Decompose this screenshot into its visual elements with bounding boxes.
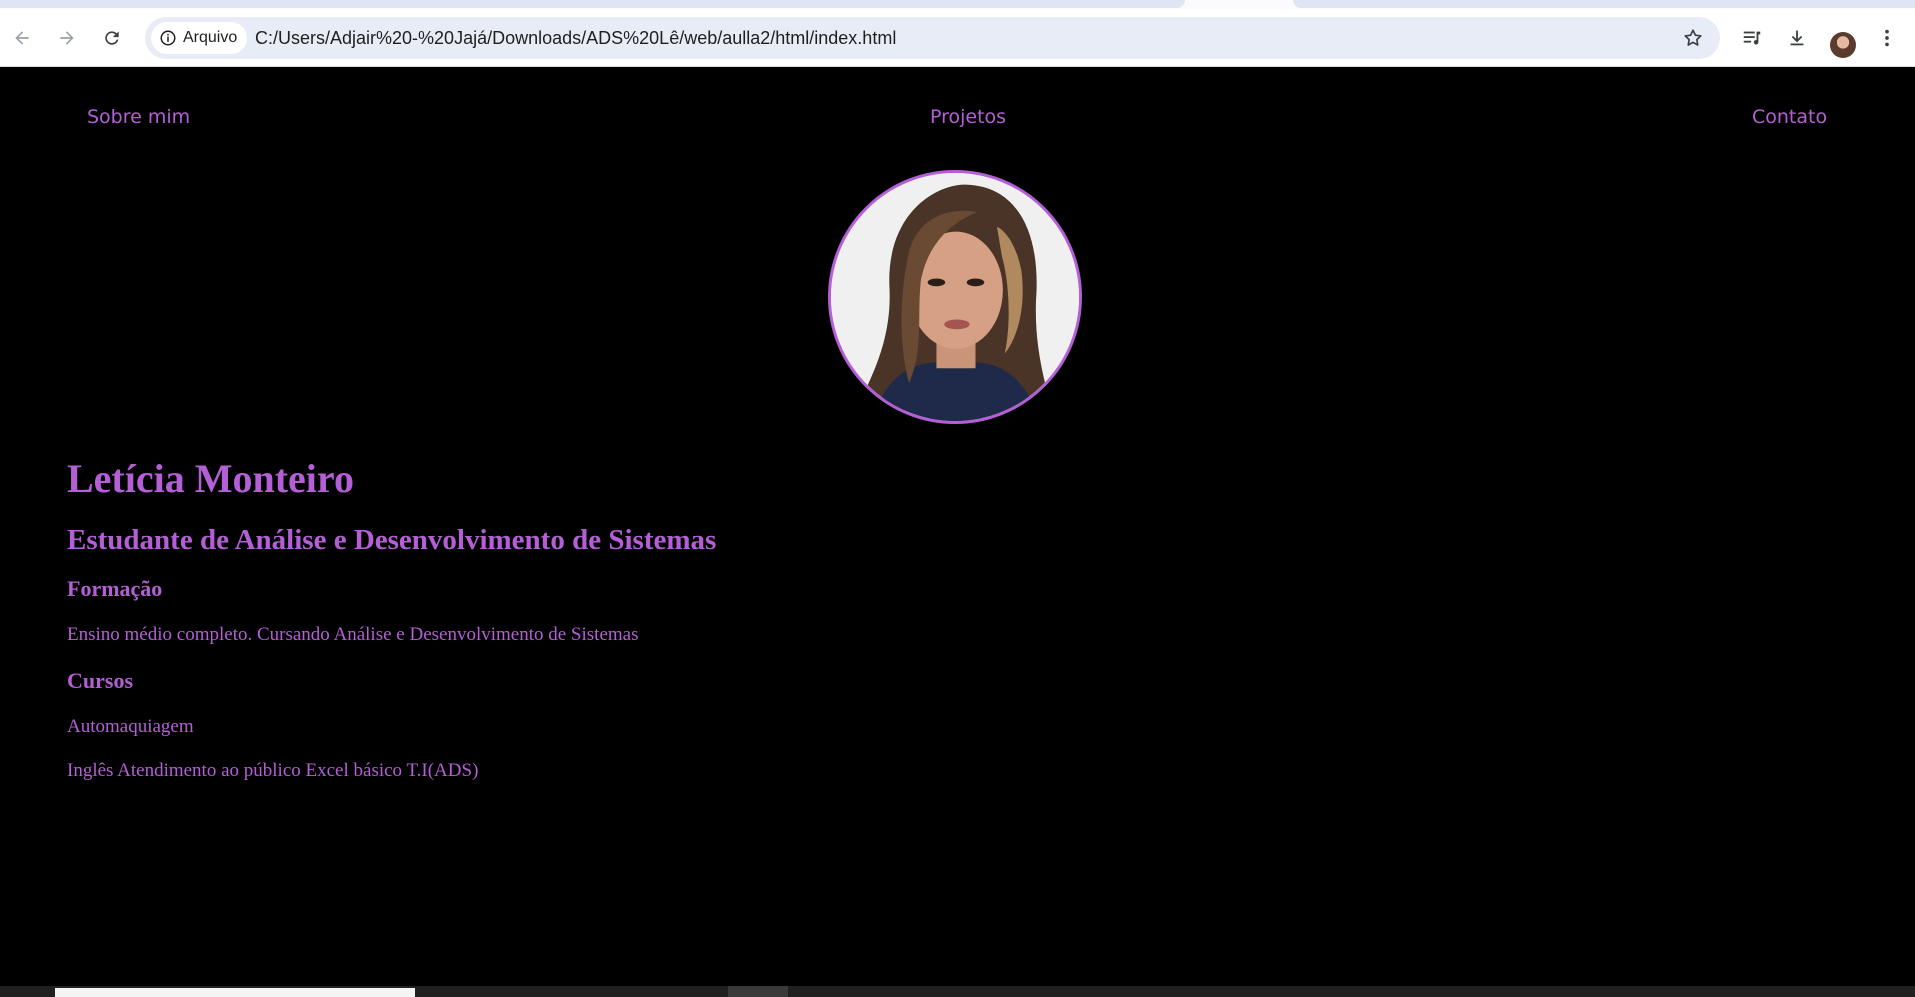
star-icon — [1684, 29, 1702, 46]
reload-icon — [105, 31, 119, 45]
nav-link-contact[interactable]: Contato — [1752, 106, 1827, 128]
nav-link-projects[interactable]: Projetos — [930, 106, 1006, 128]
taskbar-preview[interactable] — [55, 988, 415, 997]
info-icon — [160, 30, 176, 46]
courses-line-1: Automaquiagem — [67, 716, 194, 737]
profile-name: Letícia Monteiro — [67, 456, 354, 501]
media-queue-button[interactable] — [1735, 21, 1769, 55]
education-text: Ensino médio completo. Cursando Análise … — [67, 624, 639, 645]
profile-avatar[interactable] — [1830, 32, 1856, 58]
site-info-chip[interactable]: Arquivo — [151, 22, 248, 54]
nav-link-about[interactable]: Sobre mim — [87, 106, 190, 128]
reload-button[interactable] — [95, 21, 129, 55]
download-button[interactable] — [1780, 21, 1814, 55]
address-bar[interactable]: Arquivo C:/Users/Adjair%20-%20Jajá/Downl… — [145, 17, 1720, 59]
taskbar-active-app[interactable] — [728, 986, 788, 997]
about-section: Letícia Monteiro Estudante de Análise e … — [67, 456, 716, 783]
forward-button[interactable] — [50, 21, 84, 55]
education-heading: Formação — [67, 576, 163, 601]
tab-right[interactable] — [1293, 0, 1915, 8]
media-queue-icon — [1743, 31, 1761, 45]
browser-toolbar: Arquivo C:/Users/Adjair%20-%20Jajá/Downl… — [0, 9, 1915, 67]
portrait-image — [831, 173, 1079, 421]
profile-photo — [828, 170, 1082, 424]
bookmark-button[interactable] — [1676, 21, 1710, 55]
arrow-right-icon — [60, 31, 74, 45]
site-info-label: Arquivo — [183, 29, 238, 46]
courses-line-2: Inglês Atendimento ao público Excel bási… — [67, 760, 479, 781]
tab-left[interactable] — [0, 0, 1185, 8]
profile-role: Estudante de Análise e Desenvolvimento d… — [67, 524, 717, 556]
tab-strip — [0, 0, 1915, 9]
url-text[interactable]: C:/Users/Adjair%20-%20Jajá/Downloads/ADS… — [255, 17, 896, 59]
courses-heading: Cursos — [67, 668, 134, 693]
back-button[interactable] — [5, 21, 39, 55]
kebab-menu-icon — [1885, 29, 1889, 47]
menu-button[interactable] — [1870, 21, 1904, 55]
arrow-left-icon — [15, 31, 29, 45]
os-taskbar — [0, 986, 1915, 997]
download-icon — [1790, 30, 1804, 46]
page-viewport: Sobre mim Projetos Contato Letícia Monte… — [0, 68, 1915, 986]
